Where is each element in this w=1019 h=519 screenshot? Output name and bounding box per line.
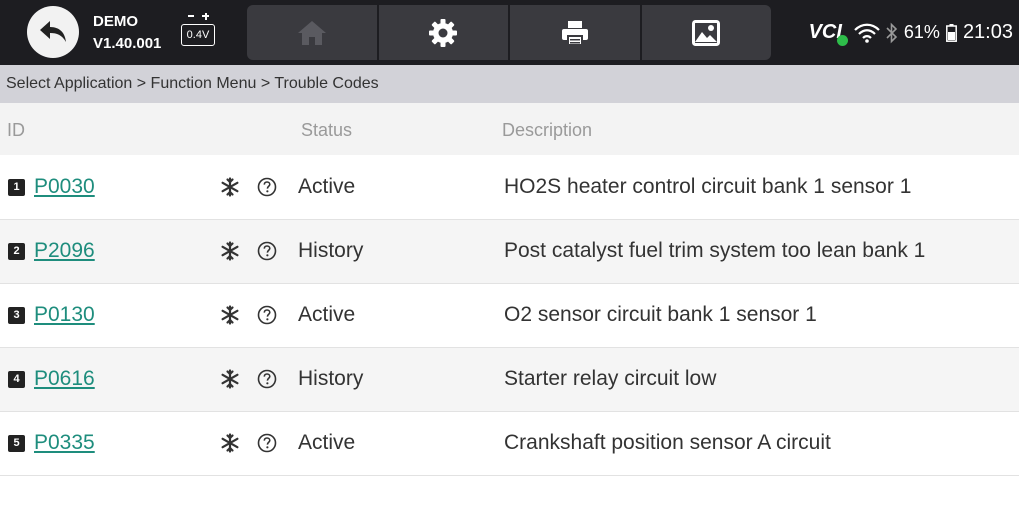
dtc-code-link[interactable]: P0616 <box>34 367 95 391</box>
help-icon[interactable] <box>257 433 277 459</box>
dtc-description: HO2S heater control circuit bank 1 senso… <box>504 175 912 198</box>
toolbar <box>247 5 771 60</box>
image-icon <box>692 19 721 46</box>
freeze-frame-icon[interactable] <box>220 433 240 459</box>
back-button[interactable] <box>27 6 79 58</box>
help-icon[interactable] <box>257 369 277 395</box>
freeze-frame-icon[interactable] <box>220 241 240 267</box>
breadcrumb: Select Application > Function Menu > Tro… <box>0 65 1019 103</box>
header-description: Description <box>502 120 593 140</box>
dtc-code-link[interactable]: P2096 <box>34 239 95 263</box>
dtc-status: History <box>298 239 364 262</box>
vci-connected-icon <box>836 35 848 46</box>
header-id: ID <box>7 120 25 140</box>
row-number: 5 <box>8 435 25 452</box>
dtc-status: Active <box>298 431 356 454</box>
home-icon <box>297 20 326 45</box>
dtc-status: History <box>298 367 364 390</box>
battery-icon <box>945 23 957 42</box>
app-name: DEMO <box>93 13 138 30</box>
row-number: 2 <box>8 243 25 260</box>
battery-voltage-icon: 0.4V <box>181 12 215 46</box>
table-row[interactable]: 4 P0616 History Starter relay circuit lo… <box>0 348 1019 412</box>
back-arrow-icon <box>40 21 66 42</box>
table-row[interactable]: 3 P0130 Active O2 sensor circuit bank 1 … <box>0 284 1019 348</box>
screenshot-button[interactable] <box>642 5 772 60</box>
app-version: V1.40.001 <box>93 35 162 52</box>
freeze-frame-icon[interactable] <box>220 305 240 331</box>
home-button[interactable] <box>247 5 379 60</box>
dtc-code-link[interactable]: P0130 <box>34 303 95 327</box>
clock: 21:03 <box>962 21 1013 43</box>
dtc-status: Active <box>298 175 356 198</box>
gear-icon <box>429 18 458 47</box>
top-bar: DEMO V1.40.001 0.4V VCI 61% 21:03 <box>0 0 1019 65</box>
vci-status: VCI <box>809 21 848 46</box>
help-icon[interactable] <box>257 305 277 331</box>
row-number: 1 <box>8 179 25 196</box>
battery-voltage: 0.4V <box>181 24 215 46</box>
dtc-description: Crankshaft position sensor A circuit <box>504 431 831 454</box>
header-status: Status <box>301 120 353 140</box>
status-area: VCI 61% 21:03 <box>809 0 1013 65</box>
bluetooth-icon <box>886 22 898 43</box>
freeze-frame-icon[interactable] <box>220 369 240 395</box>
table-header: ID Status Description <box>0 103 1019 155</box>
settings-button[interactable] <box>379 5 510 60</box>
dtc-description: O2 sensor circuit bank 1 sensor 1 <box>504 303 817 326</box>
freeze-frame-icon[interactable] <box>220 177 240 203</box>
help-icon[interactable] <box>257 177 277 203</box>
print-icon <box>561 20 588 46</box>
battery-percent: 61% <box>903 22 940 42</box>
dtc-description: Post catalyst fuel trim system too lean … <box>504 239 926 262</box>
dtc-code-link[interactable]: P0030 <box>34 175 95 199</box>
wifi-icon <box>854 23 880 43</box>
help-icon[interactable] <box>257 241 277 267</box>
dtc-code-link[interactable]: P0335 <box>34 431 95 455</box>
dtc-description: Starter relay circuit low <box>504 367 717 390</box>
row-number: 4 <box>8 371 25 388</box>
table-row[interactable]: 1 P0030 Active HO2S heater control circu… <box>0 156 1019 220</box>
table-row[interactable]: 5 P0335 Active Crankshaft position senso… <box>0 412 1019 476</box>
table-row[interactable]: 2 P2096 History Post catalyst fuel trim … <box>0 220 1019 284</box>
row-number: 3 <box>8 307 25 324</box>
print-button[interactable] <box>510 5 642 60</box>
dtc-status: Active <box>298 303 356 326</box>
